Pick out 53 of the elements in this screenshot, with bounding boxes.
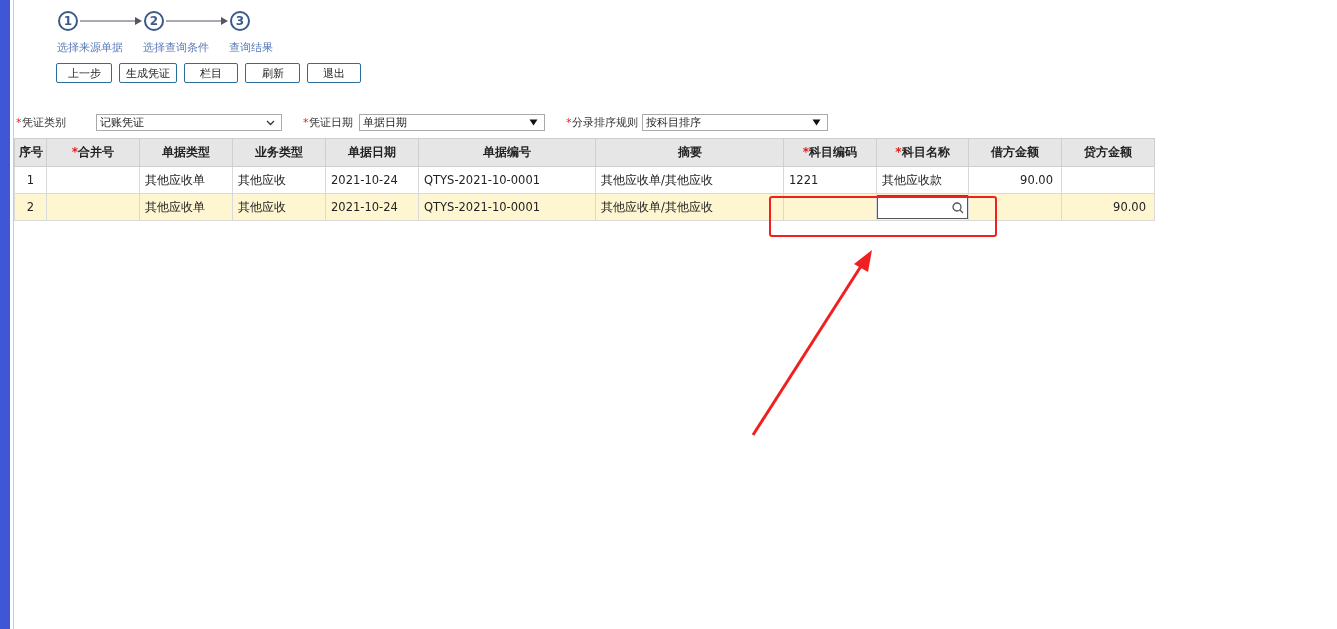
table-cell: QTYS-2021-10-0001: [418, 193, 596, 221]
step-number: 2: [144, 11, 164, 31]
table-row[interactable]: 2 其他应收单 其他应收 2021-10-24 QTYS-2021-10-0001 其他应收单/其他应收 90.00: [14, 193, 1155, 221]
step-label: 查询结果: [229, 40, 274, 55]
search-icon: [952, 202, 964, 214]
toolbar-button[interactable]: 退出: [307, 63, 361, 83]
toolbar-button[interactable]: 生成凭证: [119, 63, 177, 83]
column-header: 借方金额: [968, 138, 1062, 167]
table-cell: 2: [14, 193, 47, 221]
column-header: 单据类型: [139, 138, 233, 167]
arrow-icon: [166, 16, 228, 26]
dropdown-field[interactable]: 按科目排序: [642, 113, 828, 131]
toolbar-button[interactable]: 栏目: [184, 63, 238, 83]
step-label: 选择来源单据: [57, 40, 124, 55]
input-field[interactable]: [877, 195, 968, 219]
triangle-down-icon: [529, 118, 538, 126]
table-cell: 其他应收: [232, 193, 326, 221]
column-header: 单据日期: [325, 138, 419, 167]
table-cell: QTYS-2021-10-0001: [418, 166, 596, 194]
table-cell: 90.00: [1061, 193, 1155, 221]
column-header: 业务类型: [232, 138, 326, 167]
dropdown-field[interactable]: 记账凭证: [96, 113, 282, 131]
table-cell: 其他应收: [232, 166, 326, 194]
arrow-icon: [80, 16, 142, 26]
column-header: *合并号: [46, 138, 140, 167]
table-cell: 1: [14, 166, 47, 194]
triangle-down-icon: [812, 118, 821, 126]
column-header: 序号: [14, 138, 47, 167]
table-cell: 其他应收单/其他应收: [595, 166, 784, 194]
filter-label: *凭证类别: [16, 114, 67, 130]
table-row[interactable]: 1 其他应收单 其他应收 2021-10-24 QTYS-2021-10-0001 其他应收单/其他应收 1221 其他应收款 90.00: [14, 166, 1155, 194]
chevron-down-icon: [266, 118, 275, 126]
toolbar-button[interactable]: 上一步: [56, 63, 112, 83]
table-cell: 1221: [783, 166, 877, 194]
filter-label: *凭证日期: [303, 114, 354, 130]
column-header: *科目编码: [783, 138, 877, 167]
dropdown-field[interactable]: 单据日期: [359, 113, 545, 131]
column-header: *科目名称: [876, 138, 969, 167]
table-cell: 2021-10-24: [325, 193, 419, 221]
filter-label: *分录排序规则: [566, 114, 639, 130]
table-cell: 其他应收单/其他应收: [595, 193, 784, 221]
toolbar-button[interactable]: 刷新: [245, 63, 300, 83]
step-number: 3: [230, 11, 250, 31]
column-header: 单据编号: [418, 138, 596, 167]
step-label: 选择查询条件: [143, 40, 210, 55]
table-cell: 其他应收单: [139, 166, 233, 194]
table-cell: 90.00: [968, 166, 1062, 194]
step-number: 1: [58, 11, 78, 31]
table-cell: 其他应收款: [876, 166, 969, 194]
column-header: 贷方金额: [1061, 138, 1155, 167]
table-cell: 2021-10-24: [325, 166, 419, 194]
column-header: 摘要: [595, 138, 784, 167]
table-cell: 其他应收单: [139, 193, 233, 221]
